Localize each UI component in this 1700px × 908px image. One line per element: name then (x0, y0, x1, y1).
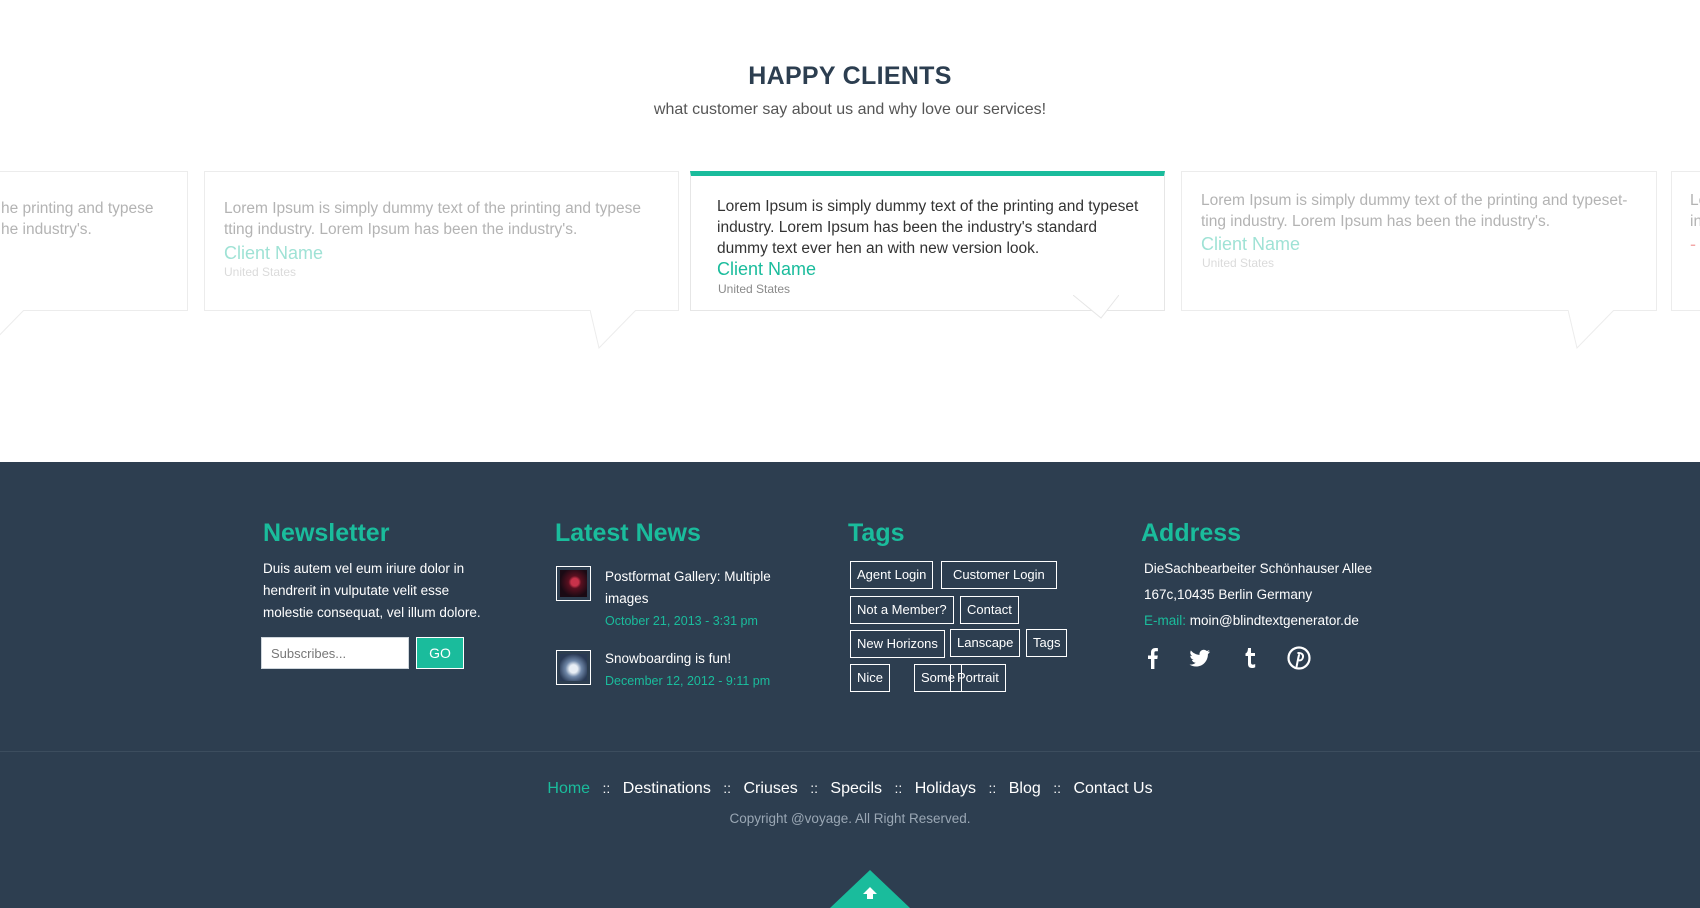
facebook-icon[interactable] (1141, 645, 1167, 671)
nav-separator: :: (723, 780, 732, 796)
address-line: 167c,10435 Berlin Germany (1144, 587, 1313, 602)
testimonial-text: Lo in (1690, 192, 1700, 230)
tag[interactable]: Portrait (950, 664, 1006, 692)
footer-link-home[interactable]: Home (547, 780, 590, 797)
testimonial-card-active[interactable]: Lorem Ipsum is simply dummy text of the … (690, 171, 1165, 319)
testimonial-text: Lorem Ipsum is simply dummy text of the … (1201, 192, 1628, 230)
news-title[interactable]: Postformat Gallery: Multiple images (605, 566, 795, 610)
client-name: Client Name (717, 259, 817, 279)
address-email-row: E-mail: moin@blindtextgenerator.de (1144, 613, 1359, 628)
nav-separator: :: (810, 780, 818, 796)
nav-separator: :: (988, 780, 997, 796)
address-line: DieSachbearbeiter Schönhauser Allee (1144, 561, 1373, 576)
speech-tail (590, 310, 636, 349)
speech-tail (1568, 310, 1614, 349)
footer-link-holidays[interactable]: Holidays (915, 780, 976, 797)
footer-link-blog[interactable]: Blog (1009, 780, 1041, 797)
subscribe-button[interactable]: GO (416, 637, 464, 669)
copyright: Copyright @voyage. All Right Reserved. (729, 811, 971, 826)
nav-separator: :: (894, 780, 903, 796)
subscribe-input[interactable] (261, 637, 409, 669)
news-thumbnail[interactable] (556, 650, 591, 685)
footer-divider (0, 751, 1700, 752)
tag[interactable]: Nice (850, 664, 891, 692)
client-name: Client Name (1201, 234, 1301, 254)
nav-separator: :: (602, 780, 611, 796)
speech-tail (0, 310, 24, 349)
tag[interactable]: Lanscape (950, 629, 1021, 657)
tag[interactable]: Tags (1026, 629, 1068, 657)
twitter-icon[interactable] (1187, 645, 1213, 671)
news-date: October 21, 2013 - 3:31 pm (605, 614, 758, 628)
client-country: United States (718, 282, 791, 296)
news-date: December 12, 2012 - 9:11 pm (605, 674, 771, 688)
news-item[interactable]: Postformat Gallery: Multiple images Octo… (556, 566, 796, 628)
latest-news-title: Latest News (555, 519, 701, 547)
testimonial-text: he printing and typese he industry's. (1, 200, 154, 238)
nav-separator: :: (1053, 780, 1061, 796)
tumblr-icon[interactable] (1237, 645, 1263, 671)
newsletter-text: Duis autem vel eum iriure dolor in hendr… (263, 561, 481, 620)
email-label: E-mail: (1144, 613, 1187, 628)
news-item[interactable]: Snowboarding is fun! December 12, 2012 -… (556, 648, 796, 688)
section-title: HAPPY CLIENTS (748, 62, 952, 90)
footer-nav: Home :: Destinations :: Criuses :: Speci… (0, 780, 1700, 798)
client-country: United States (224, 265, 297, 279)
testimonials-section: HAPPY CLIENTS what customer say about us… (0, 0, 1700, 462)
tag[interactable]: New Horizons (850, 630, 945, 658)
tag[interactable]: Customer Login (941, 561, 1057, 589)
scroll-to-top-button[interactable] (830, 870, 910, 908)
testimonial-card[interactable]: Lo in - (1671, 171, 1700, 311)
footer-link-cruises[interactable]: Criuses (744, 780, 798, 797)
footer-link-contact[interactable]: Contact Us (1073, 780, 1152, 797)
footer-link-specials[interactable]: Specils (830, 780, 882, 797)
footer: Newsletter Duis autem vel eum iriure dol… (0, 462, 1700, 908)
testimonial-text: Lorem Ipsum is simply dummy text of the … (224, 200, 641, 238)
client-country: United States (1202, 256, 1275, 270)
tag[interactable]: Not a Member? (850, 596, 954, 624)
testimonial-card[interactable]: he printing and typese he industry's. (0, 171, 188, 336)
testimonial-text: Lorem Ipsum is simply dummy text of the … (717, 198, 1139, 257)
tag[interactable]: Contact (960, 596, 1019, 624)
news-thumbnail[interactable] (556, 566, 591, 601)
client-name: - (1690, 234, 1696, 254)
email-link[interactable]: moin@blindtextgenerator.de (1190, 613, 1359, 628)
tag[interactable]: Agent Login (850, 561, 934, 589)
news-title[interactable]: Snowboarding is fun! (605, 648, 795, 670)
speech-tail (1073, 295, 1119, 334)
section-subtitle: what customer say about us and why love … (653, 101, 1047, 118)
footer-link-destinations[interactable]: Destinations (623, 780, 711, 797)
tags-title: Tags (848, 519, 905, 547)
testimonial-card[interactable]: Lorem Ipsum is simply dummy text of the … (1181, 171, 1657, 349)
client-name: Client Name (224, 243, 324, 263)
address-title: Address (1141, 519, 1242, 547)
testimonial-card[interactable]: Lorem Ipsum is simply dummy text of the … (204, 171, 679, 349)
pinterest-icon[interactable] (1286, 645, 1312, 671)
newsletter-title: Newsletter (263, 519, 390, 547)
